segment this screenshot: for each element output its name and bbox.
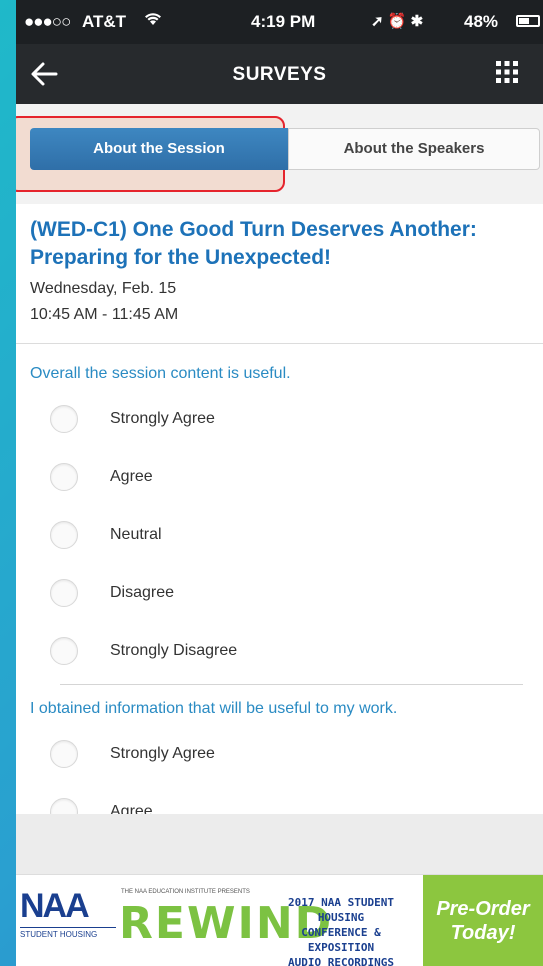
option-label: Strongly Agree <box>110 410 215 427</box>
session-info: (WED-C1) One Good Turn Deserves Another:… <box>16 204 543 344</box>
session-title: (WED-C1) One Good Turn Deserves Another:… <box>30 218 477 269</box>
signal-icon: ●●●○○ <box>24 12 71 31</box>
status-bar: ●●●○○ AT&T 4:19 PM ➚ ⏰ ✱ 48% <box>16 0 543 44</box>
option-strongly-agree[interactable]: Strongly Agree <box>30 390 529 448</box>
radio-button[interactable] <box>50 798 78 814</box>
ad-presents: THE NAA EDUCATION INSTITUTE PRESENTS <box>121 889 250 895</box>
cta-line-1: Pre-Order <box>436 898 530 920</box>
option-label: Strongly Agree <box>110 745 215 762</box>
option-neutral[interactable]: Neutral <box>30 506 529 564</box>
status-icons: ➚ ⏰ ✱ <box>371 13 424 30</box>
tab-about-speakers[interactable]: About the Speakers <box>288 128 540 170</box>
grid-menu-icon[interactable] <box>494 59 520 85</box>
option-label: Strongly Disagree <box>110 642 238 659</box>
carrier-label: AT&T <box>82 12 127 31</box>
nav-bar: SURVEYS <box>16 44 543 104</box>
ad-line-2: CONFERENCE & EXPOSITION <box>301 926 381 954</box>
radio-button[interactable] <box>50 637 78 665</box>
option-agree[interactable]: Agree <box>30 783 529 814</box>
naa-logo-text: NAA <box>20 887 90 925</box>
phone-screen: ●●●○○ AT&T 4:19 PM ➚ ⏰ ✱ 48% SURVEYS Abo… <box>16 0 543 966</box>
naa-student-housing: STUDENT HOUSING <box>20 927 116 939</box>
tab-about-session[interactable]: About the Session <box>30 128 288 170</box>
session-time: 10:45 AM - 11:45 AM <box>30 306 179 323</box>
ad-line-3: AUDIO RECORDINGS <box>288 956 394 966</box>
option-label: Disagree <box>110 584 175 601</box>
question-2: I obtained information that will be usef… <box>30 700 398 717</box>
radio-button[interactable] <box>50 579 78 607</box>
option-label: Agree <box>110 468 153 485</box>
wifi-icon <box>144 12 162 31</box>
option-agree[interactable]: Agree <box>30 448 529 506</box>
radio-button[interactable] <box>50 463 78 491</box>
ad-line-1: 2017 NAA STUDENT HOUSING <box>288 896 394 924</box>
option-strongly-agree[interactable]: Strongly Agree <box>30 725 529 783</box>
session-date: Wednesday, Feb. 15 <box>30 280 177 297</box>
radio-button[interactable] <box>50 521 78 549</box>
option-strongly-disagree[interactable]: Strongly Disagree <box>30 622 529 680</box>
status-time: 4:19 PM <box>251 12 316 31</box>
question-1: Overall the session content is useful. <box>30 365 291 382</box>
page-title: SURVEYS <box>232 64 327 85</box>
ad-banner[interactable]: NAA STUDENT HOUSING THE NAA EDUCATION IN… <box>16 874 543 966</box>
option-label: Neutral <box>110 526 162 543</box>
survey-form: Overall the session content is useful. S… <box>16 344 543 814</box>
radio-button[interactable] <box>50 405 78 433</box>
ad-description: 2017 NAA STUDENT HOUSING CONFERENCE & EX… <box>271 895 411 966</box>
preorder-button[interactable]: Pre-Order Today! <box>423 875 543 966</box>
radio-button[interactable] <box>50 740 78 768</box>
battery-percent: 48% <box>464 12 499 31</box>
option-label: Agree <box>110 803 153 814</box>
tab-bar: About the Session About the Speakers <box>16 104 543 204</box>
option-disagree[interactable]: Disagree <box>30 564 529 622</box>
cta-line-2: Today! <box>450 922 516 944</box>
naa-logo: NAA STUDENT HOUSING <box>20 889 116 957</box>
battery-icon <box>516 15 540 27</box>
